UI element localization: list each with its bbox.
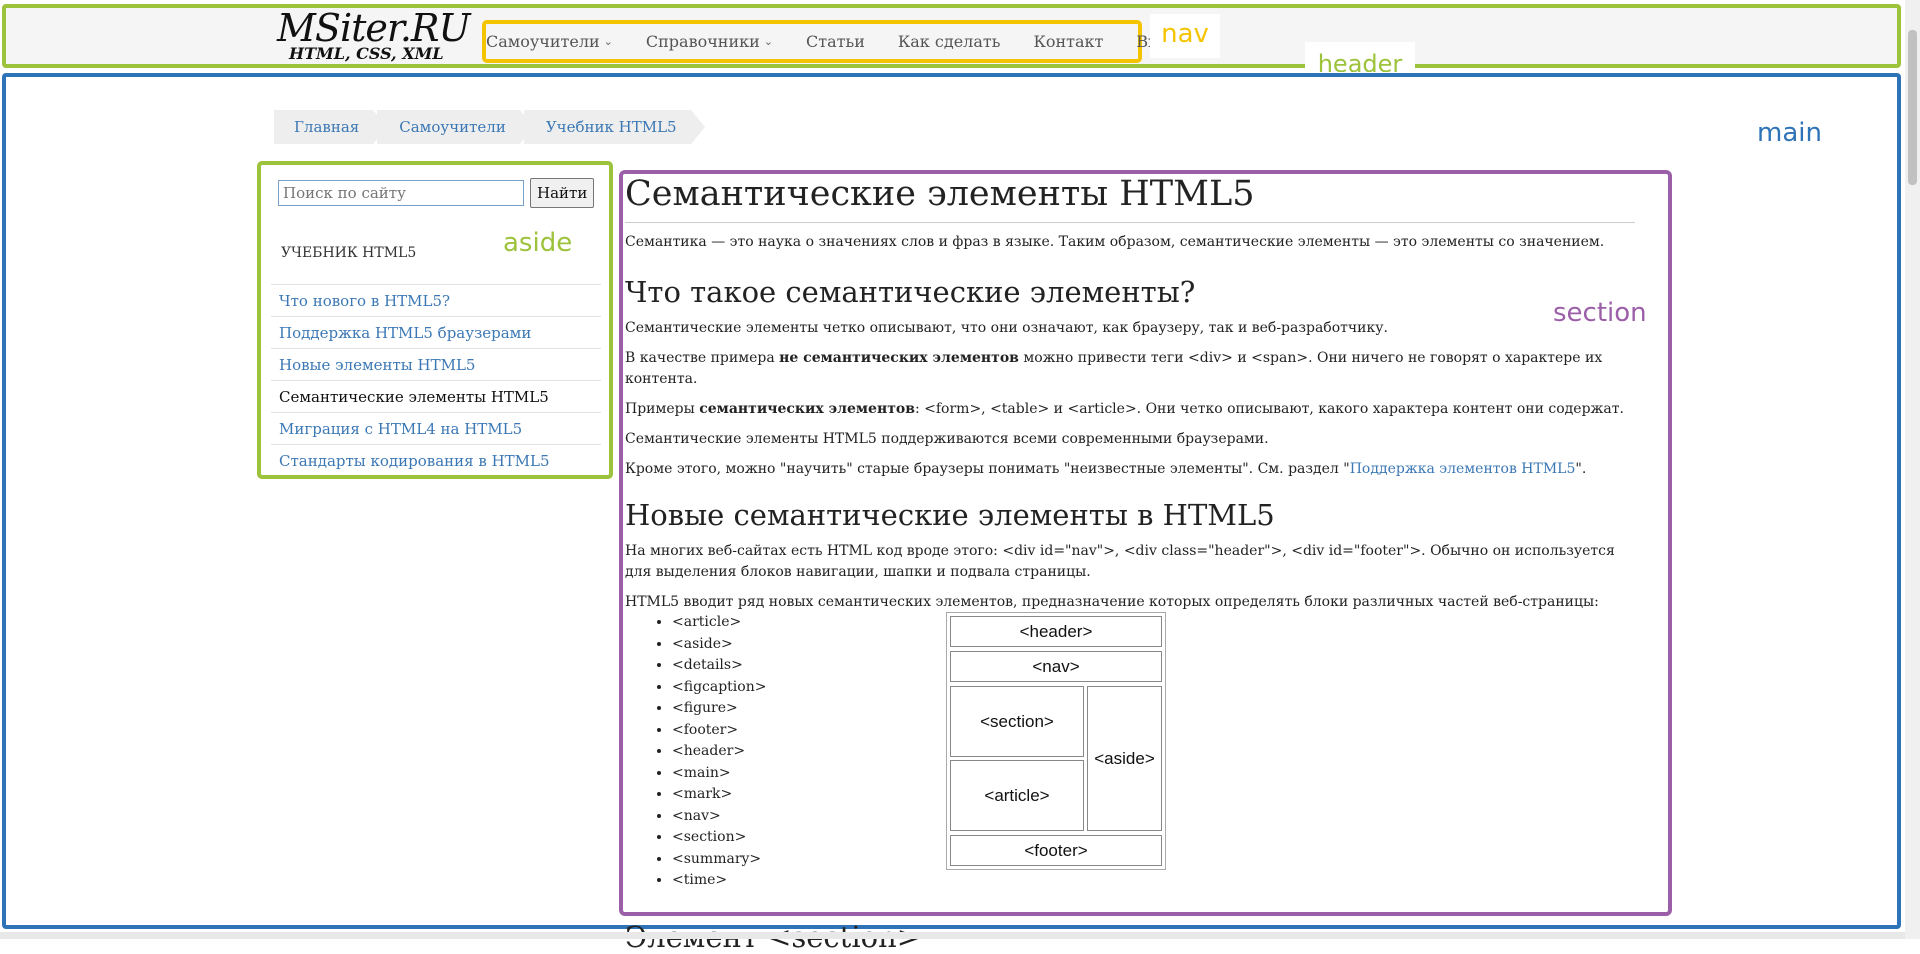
paragraph: В качестве примера не семантических элем… [625,350,1603,387]
list-item: <time> [672,870,766,892]
nav-item-contact[interactable]: Контакт [1033,32,1103,51]
html5-support-link[interactable]: Поддержка элементов HTML5 [1350,461,1576,477]
list-item: <article> [672,612,766,634]
sidebar-heading: УЧЕБНИК HTML5 [281,245,417,261]
diagram-aside-box: <aside> [1087,686,1162,831]
nav-item-references[interactable]: Справочники ⌄ [646,32,773,51]
breadcrumb-home[interactable]: Главная [274,110,388,144]
paragraph: Примеры семантических элементов: <form>,… [625,401,1624,417]
paragraph: Кроме этого, можно "научить" старые брау… [625,461,1587,477]
intro-paragraph: Семантика — это наука о значениях слов и… [625,234,1605,250]
chevron-down-icon: ⌄ [763,35,774,48]
main-nav: Самоучители ⌄ Справочники ⌄ Статьи Как сде… [482,20,1177,63]
scrollbar[interactable] [1905,0,1920,939]
heading-what-are-semantic: Что такое семантические элементы? [625,275,1196,309]
sidebar-item-coding-standards[interactable]: Стандарты кодирования в HTML5 [271,444,601,476]
breadcrumb-html5-tutorial[interactable]: Учебник HTML5 [523,110,705,144]
bottom-strip [0,932,1905,939]
sidebar-item-whats-new[interactable]: Что нового в HTML5? [271,284,601,316]
diagram-section-box: <section> [950,686,1084,757]
paragraph: На многих веб-сайтах есть HTML код вроде… [625,543,1615,580]
search-button[interactable]: Найти [530,178,594,208]
list-item: <main> [672,763,766,785]
paragraph: Семантические элементы HTML5 поддерживаю… [625,431,1269,447]
list-item: <summary> [672,849,766,871]
list-item: <mark> [672,784,766,806]
layout-diagram: <header> <nav> <section> <aside> <articl… [946,612,1166,870]
diagram-nav-box: <nav> [950,651,1162,682]
list-item: <nav> [672,806,766,828]
sidebar-item-new-elements[interactable]: Новые элементы HTML5 [271,348,601,380]
logo-title: MSiter.RU [277,6,471,50]
paragraph: HTML5 вводит ряд новых семантических эле… [625,594,1599,610]
nav-item-tutorials[interactable]: Самоучители ⌄ [486,32,613,51]
article-content: Семантические элементы HTML5 Семантика —… [625,172,1635,613]
list-item: <figure> [672,698,766,720]
annotation-aside-label: aside [503,228,573,258]
sidebar-item-migration[interactable]: Миграция с HTML4 на HTML5 [271,412,601,444]
scrollbar-thumb[interactable] [1908,30,1917,185]
annotation-header-label: header [1305,42,1415,72]
list-item: <figcaption> [672,677,766,699]
list-item: <aside> [672,634,766,656]
sidebar-item-browser-support[interactable]: Поддержка HTML5 браузерами [271,316,601,348]
list-item: <footer> [672,720,766,742]
nav-item-articles[interactable]: Статьи [806,32,865,51]
diagram-header-box: <header> [950,616,1162,647]
breadcrumb-tutorials[interactable]: Самоучители [377,110,534,144]
nav-item-howto[interactable]: Как сделать [898,32,1001,51]
site-header: MSiter.RU HTML, CSS, XML Самоучители ⌄ Сп… [2,4,1901,68]
heading-new-semantic: Новые семантические элементы в HTML5 [625,498,1275,532]
site-logo[interactable]: MSiter.RU HTML, CSS, XML [277,6,471,63]
breadcrumb: Главная Самоучители Учебник HTML5 [274,110,705,144]
chevron-down-icon: ⌄ [603,35,613,48]
list-item: <header> [672,741,766,763]
diagram-article-box: <article> [950,760,1084,831]
diagram-footer-box: <footer> [950,835,1162,866]
list-item: <details> [672,655,766,677]
annotation-main-label: main [1757,118,1822,148]
semantic-elements-list: <article> <aside> <details> <figcaption>… [656,612,766,892]
sidebar-item-semantic-elements[interactable]: Семантические элементы HTML5 [271,380,601,412]
page-title: Семантические элементы HTML5 [625,172,1635,223]
site-search: Найти [278,178,594,208]
logo-subtitle: HTML, CSS, XML [289,44,444,63]
sidebar-list: Что нового в HTML5? Поддержка HTML5 брау… [271,284,601,476]
annotation-nav-label: nav [1150,14,1220,58]
search-input[interactable] [278,180,524,206]
list-item: <section> [672,827,766,849]
paragraph: Семантические элементы четко описывают, … [625,320,1388,336]
